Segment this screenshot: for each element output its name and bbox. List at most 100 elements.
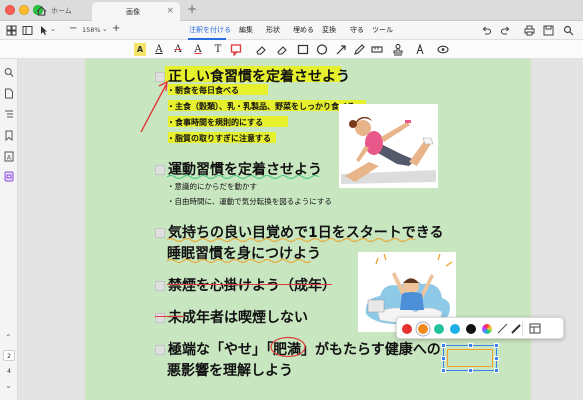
menu-fill[interactable]: 埋める: [293, 25, 314, 35]
resize-handle[interactable]: [494, 356, 499, 361]
color-orange-swatch[interactable]: [418, 324, 428, 334]
section3-checkbox[interactable]: [155, 228, 165, 238]
annotation-toolbar: A A A A T: [0, 40, 583, 59]
selected-rectangle-annotation[interactable]: [441, 343, 499, 373]
home-icon: [36, 6, 47, 16]
text-icon[interactable]: T: [212, 43, 224, 56]
pen-style-icon[interactable]: [511, 323, 522, 334]
eraser-alt-icon[interactable]: [276, 43, 288, 56]
zoom-in-button[interactable]: +: [112, 23, 120, 34]
color-green-swatch[interactable]: [434, 324, 444, 334]
zoom-dropdown-icon[interactable]: ⌄: [102, 25, 108, 33]
highlight-icon[interactable]: A: [134, 43, 146, 56]
app-window: ホーム 画像 × + ⌄ − 158% ⌄ + 注釈を付ける 編集 形状 埋める…: [0, 0, 583, 400]
search-panel-icon[interactable]: [4, 67, 14, 78]
arrow-annotation[interactable]: [137, 77, 171, 135]
eraser-icon[interactable]: [255, 43, 267, 56]
title-bar: ホーム 画像 × +: [0, 0, 583, 21]
strikethrough-annotation[interactable]: [155, 316, 185, 317]
color-picker-swatch[interactable]: [482, 324, 492, 334]
ellipse-annotation[interactable]: [269, 336, 307, 358]
strikethrough-annotation[interactable]: [167, 284, 332, 285]
undo-icon[interactable]: [481, 25, 492, 36]
section4-title: 禁煙を心掛けよう（成年）: [155, 275, 336, 295]
minimize-window-button[interactable]: [19, 5, 29, 15]
circled-word: 肥満: [270, 336, 306, 359]
resize-handle[interactable]: [441, 356, 446, 361]
wavy-underline-annotation[interactable]: [167, 237, 417, 242]
wavy-underline-annotation[interactable]: [167, 258, 312, 263]
save-icon[interactable]: [543, 25, 554, 36]
menu-protect[interactable]: 守る: [350, 25, 364, 35]
home-tab[interactable]: ホーム: [36, 3, 72, 19]
section6-line-1: 極端な「やせ」「肥満 」がもたらす健康への: [155, 336, 441, 359]
cursor-select-icon[interactable]: [39, 25, 50, 36]
arrow-icon[interactable]: [335, 43, 347, 56]
line-width-icon[interactable]: [497, 323, 508, 334]
document-canvas[interactable]: 正しい食習慣を定着させよう ・朝食を毎日食べる ・主食（穀類）、乳・乳製品、野菜…: [18, 59, 583, 400]
ruler-icon[interactable]: [371, 43, 383, 56]
annotations-panel-icon[interactable]: A: [4, 151, 14, 162]
section2-checkbox[interactable]: [155, 165, 165, 175]
section5-title: 未成年者は喫煙しない: [155, 307, 308, 327]
form-fields-icon[interactable]: [4, 171, 14, 182]
menu-convert[interactable]: 変換: [322, 25, 336, 35]
menu-tools[interactable]: ツール: [372, 25, 393, 35]
color-blue-swatch[interactable]: [450, 324, 460, 334]
section4-title-text: 禁煙を心掛けよう（成年）: [168, 278, 336, 294]
section1-item-1: ・朝食を毎日食べる: [167, 86, 239, 95]
section5-checkbox[interactable]: [155, 313, 165, 323]
rectangle-icon[interactable]: [297, 43, 309, 56]
comment-icon[interactable]: [230, 43, 242, 56]
resize-handle[interactable]: [468, 368, 473, 373]
section4-checkbox[interactable]: [155, 281, 165, 291]
zoom-level[interactable]: 158%: [82, 26, 101, 34]
bookmark-icon[interactable]: [4, 130, 14, 141]
print-icon[interactable]: [524, 25, 535, 36]
color-red-swatch[interactable]: [402, 324, 412, 334]
new-tab-button[interactable]: +: [187, 2, 197, 16]
close-tab-icon[interactable]: ×: [166, 6, 174, 16]
resize-handle[interactable]: [468, 343, 473, 348]
menu-shape[interactable]: 形状: [266, 25, 280, 35]
redo-icon[interactable]: [500, 25, 511, 36]
pen-icon[interactable]: [414, 43, 426, 56]
color-black-swatch[interactable]: [466, 324, 476, 334]
toolbar-divider: [522, 322, 523, 336]
section6-post-text: 」がもたらす健康への: [301, 342, 441, 358]
svg-text:A: A: [7, 153, 12, 161]
resize-handle[interactable]: [441, 368, 446, 373]
section5-title-text: 未成年者は喫煙しない: [168, 310, 308, 326]
page-down-icon[interactable]: ⌄: [5, 381, 12, 390]
resize-handle[interactable]: [494, 368, 499, 373]
circle-icon[interactable]: [316, 43, 328, 56]
menu-edit[interactable]: 編集: [239, 25, 253, 35]
section1-item-4: ・脂質の取りすぎに注意する: [167, 134, 271, 143]
cursor-dropdown-icon[interactable]: ⌄: [50, 25, 56, 33]
page-up-icon[interactable]: ⌃: [5, 333, 12, 342]
search-icon[interactable]: [563, 25, 574, 36]
current-page-number[interactable]: 2: [3, 350, 15, 361]
resize-handle[interactable]: [441, 343, 446, 348]
properties-panel-icon[interactable]: [529, 323, 541, 334]
outline-icon[interactable]: [4, 109, 14, 120]
eye-icon[interactable]: [437, 43, 449, 56]
strikethrough-icon[interactable]: A: [172, 43, 184, 56]
section2-item-2: ・自由時間に、運動で気分転換を図るようにする: [167, 197, 332, 206]
section1-item-3: ・食事時間を規則的にする: [167, 118, 264, 127]
underline-icon[interactable]: A: [192, 43, 204, 56]
stamp-icon[interactable]: [392, 43, 404, 56]
grid-view-icon[interactable]: [6, 25, 17, 36]
thumbnails-icon[interactable]: [4, 88, 14, 99]
menu-annotate[interactable]: 注釈を付ける: [189, 25, 231, 35]
sidebar-toggle-icon[interactable]: [22, 25, 33, 36]
next-page-number[interactable]: 4: [3, 366, 15, 377]
pencil-icon[interactable]: [353, 43, 365, 56]
text-color-icon[interactable]: A: [153, 43, 165, 56]
section6-checkbox[interactable]: [155, 345, 165, 355]
document-tab[interactable]: 画像 ×: [92, 2, 180, 21]
resize-handle[interactable]: [494, 343, 499, 348]
zoom-out-button[interactable]: −: [69, 23, 77, 34]
close-window-button[interactable]: [5, 5, 15, 15]
wavy-underline-annotation[interactable]: [167, 174, 322, 179]
